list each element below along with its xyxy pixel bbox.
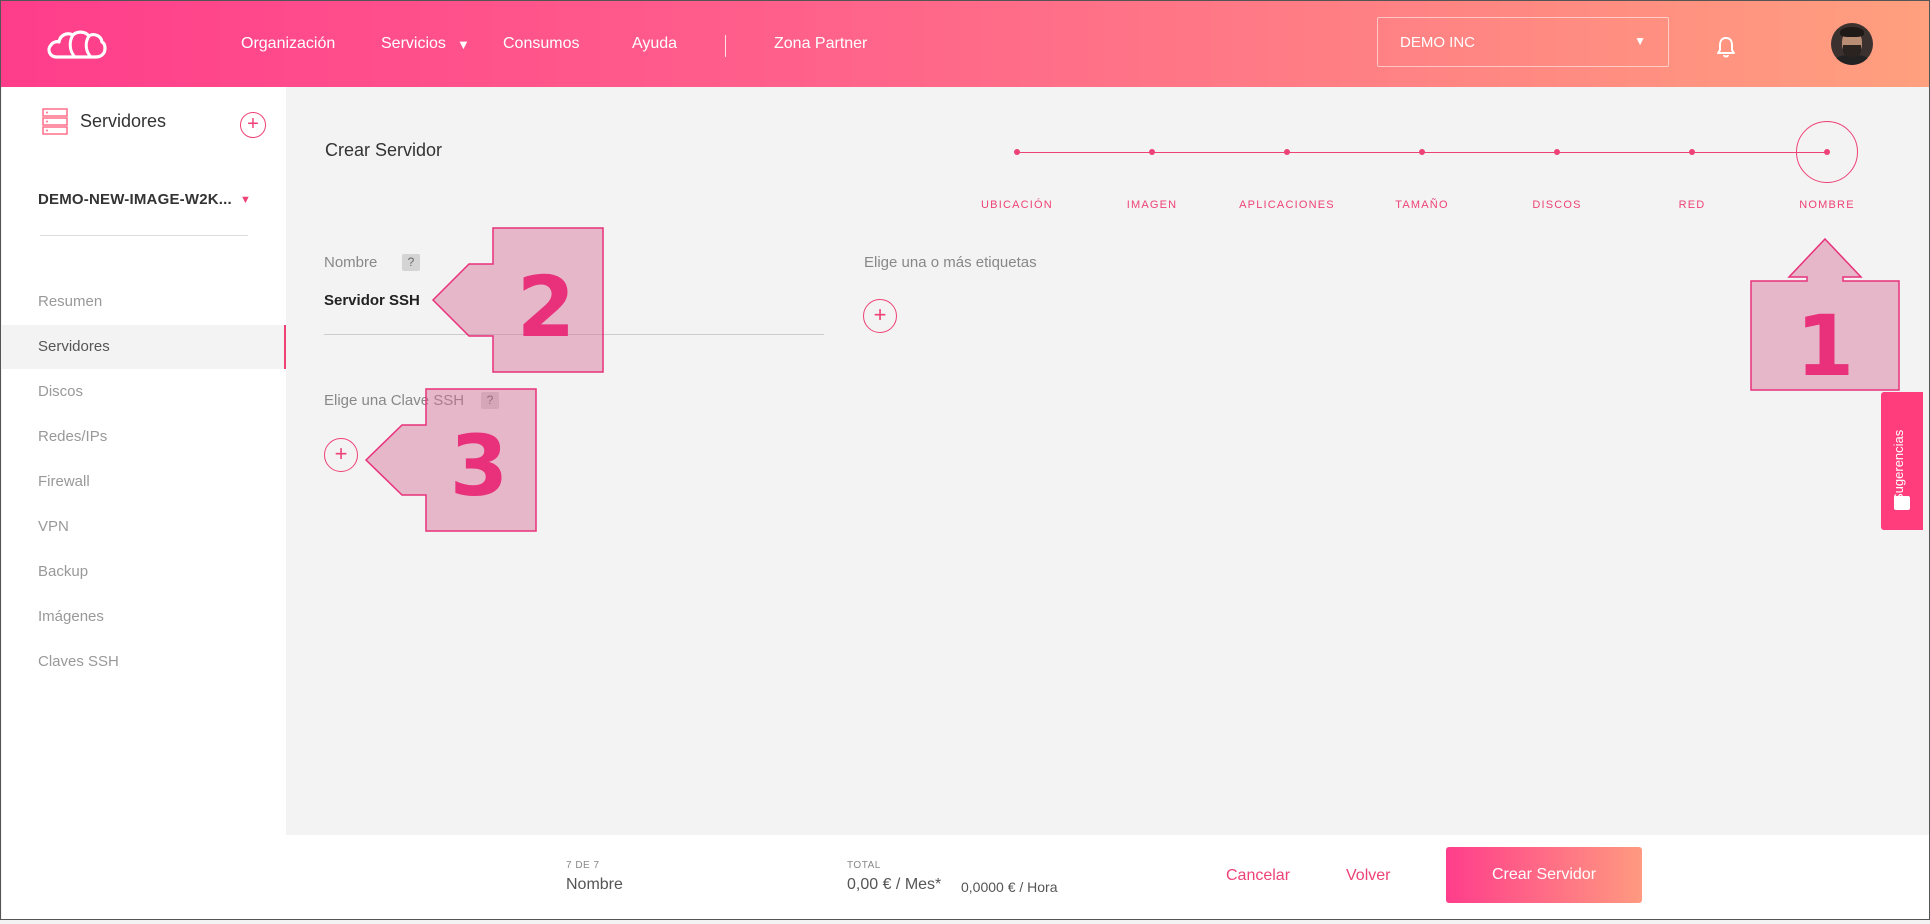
sidebar-item-servidores[interactable]: Servidores xyxy=(2,325,286,369)
annotation-arrow-1: 1 xyxy=(1750,237,1900,393)
step-dot-ubicacion[interactable] xyxy=(1014,149,1020,155)
server-selector[interactable]: DEMO-NEW-IMAGE-W2K... xyxy=(38,191,232,208)
step-dot-aplicaciones[interactable] xyxy=(1284,149,1290,155)
chevron-down-icon[interactable]: ▼ xyxy=(457,37,470,52)
add-server-button[interactable]: + xyxy=(240,112,266,138)
step-label-ubicacion[interactable]: UBICACIÓN xyxy=(957,199,1077,211)
monthly-price: 0,00 € / Mes* xyxy=(847,876,942,893)
sidebar-item-claves-ssh[interactable]: Claves SSH xyxy=(2,640,286,684)
hourly-price: 0,0000 € / Hora xyxy=(961,879,1058,895)
step-dot-tamano[interactable] xyxy=(1419,149,1425,155)
sidebar: Servidores + DEMO-NEW-IMAGE-W2K... ▼ Res… xyxy=(2,87,286,919)
sidebar-item-imagenes[interactable]: Imágenes xyxy=(2,595,286,639)
step-dot-nombre[interactable] xyxy=(1824,149,1830,155)
add-tag-button[interactable]: + xyxy=(863,299,897,333)
server-icon xyxy=(42,108,68,135)
back-button[interactable]: Volver xyxy=(1346,867,1390,885)
step-counter: 7 DE 7 xyxy=(566,860,600,871)
sidebar-item-vpn[interactable]: VPN xyxy=(2,505,286,549)
annotation-number-1: 1 xyxy=(1796,297,1854,393)
step-dot-red[interactable] xyxy=(1689,149,1695,155)
step-dot-discos[interactable] xyxy=(1554,149,1560,155)
nav-zona-partner[interactable]: Zona Partner xyxy=(774,35,867,53)
step-label-discos[interactable]: DISCOS xyxy=(1497,199,1617,211)
user-avatar[interactable] xyxy=(1831,23,1873,65)
step-label-tamano[interactable]: TAMAÑO xyxy=(1362,199,1482,211)
chevron-down-icon[interactable]: ▼ xyxy=(240,194,251,206)
bell-icon[interactable] xyxy=(1715,35,1737,59)
cancel-button[interactable]: Cancelar xyxy=(1226,867,1290,885)
step-dot-imagen[interactable] xyxy=(1149,149,1155,155)
nav-ayuda[interactable]: Ayuda xyxy=(632,35,677,53)
annotation-number-3: 3 xyxy=(450,417,508,515)
sidebar-item-firewall[interactable]: Firewall xyxy=(2,460,286,504)
chevron-down-icon: ▼ xyxy=(1634,34,1646,48)
add-ssh-key-button[interactable]: + xyxy=(324,438,358,472)
wizard-footer: 7 DE 7 Nombre TOTAL 0,00 € / Mes* 0,0000… xyxy=(286,835,1929,919)
organization-select-value: DEMO INC xyxy=(1400,34,1475,51)
organization-select[interactable]: DEMO INC ▼ xyxy=(1377,17,1669,67)
nav-servicios[interactable]: Servicios xyxy=(381,35,446,53)
sidebar-item-resumen[interactable]: Resumen xyxy=(2,280,286,324)
top-navigation-bar: Organización Servicios ▼ Consumos Ayuda … xyxy=(1,1,1929,87)
annotation-arrow-3: 3 xyxy=(364,388,537,532)
feedback-label: Sugerencias xyxy=(1891,429,1906,502)
name-help-icon[interactable]: ? xyxy=(402,254,420,271)
sidebar-item-discos[interactable]: Discos xyxy=(2,370,286,414)
cloud-logo-icon[interactable] xyxy=(45,27,107,63)
tags-label: Elige una o más etiquetas xyxy=(864,254,1037,271)
annotation-arrow-2: 2 xyxy=(431,227,604,373)
app-window: Organización Servicios ▼ Consumos Ayuda … xyxy=(0,0,1930,920)
create-server-button[interactable]: Crear Servidor xyxy=(1446,847,1642,903)
chat-icon xyxy=(1894,496,1910,510)
feedback-tab[interactable]: Sugerencias xyxy=(1881,392,1923,530)
total-label: TOTAL xyxy=(847,860,881,871)
annotation-number-2: 2 xyxy=(517,258,575,356)
sidebar-title: Servidores xyxy=(80,111,167,131)
nav-organizacion[interactable]: Organización xyxy=(241,35,335,53)
step-label-aplicaciones[interactable]: APLICACIONES xyxy=(1227,199,1347,211)
step-label-red[interactable]: RED xyxy=(1632,199,1752,211)
sidebar-item-redes-ips[interactable]: Redes/IPs xyxy=(2,415,286,459)
sidebar-divider xyxy=(40,235,248,236)
page-title: Crear Servidor xyxy=(325,140,443,160)
step-label-nombre[interactable]: NOMBRE xyxy=(1767,199,1887,211)
server-name-input[interactable]: Servidor SSH xyxy=(324,292,420,309)
name-label: Nombre xyxy=(324,254,378,271)
nav-consumos[interactable]: Consumos xyxy=(503,35,579,53)
step-label-imagen[interactable]: IMAGEN xyxy=(1092,199,1212,211)
sidebar-item-backup[interactable]: Backup xyxy=(2,550,286,594)
current-step-name: Nombre xyxy=(566,876,623,893)
nav-divider xyxy=(725,35,726,57)
